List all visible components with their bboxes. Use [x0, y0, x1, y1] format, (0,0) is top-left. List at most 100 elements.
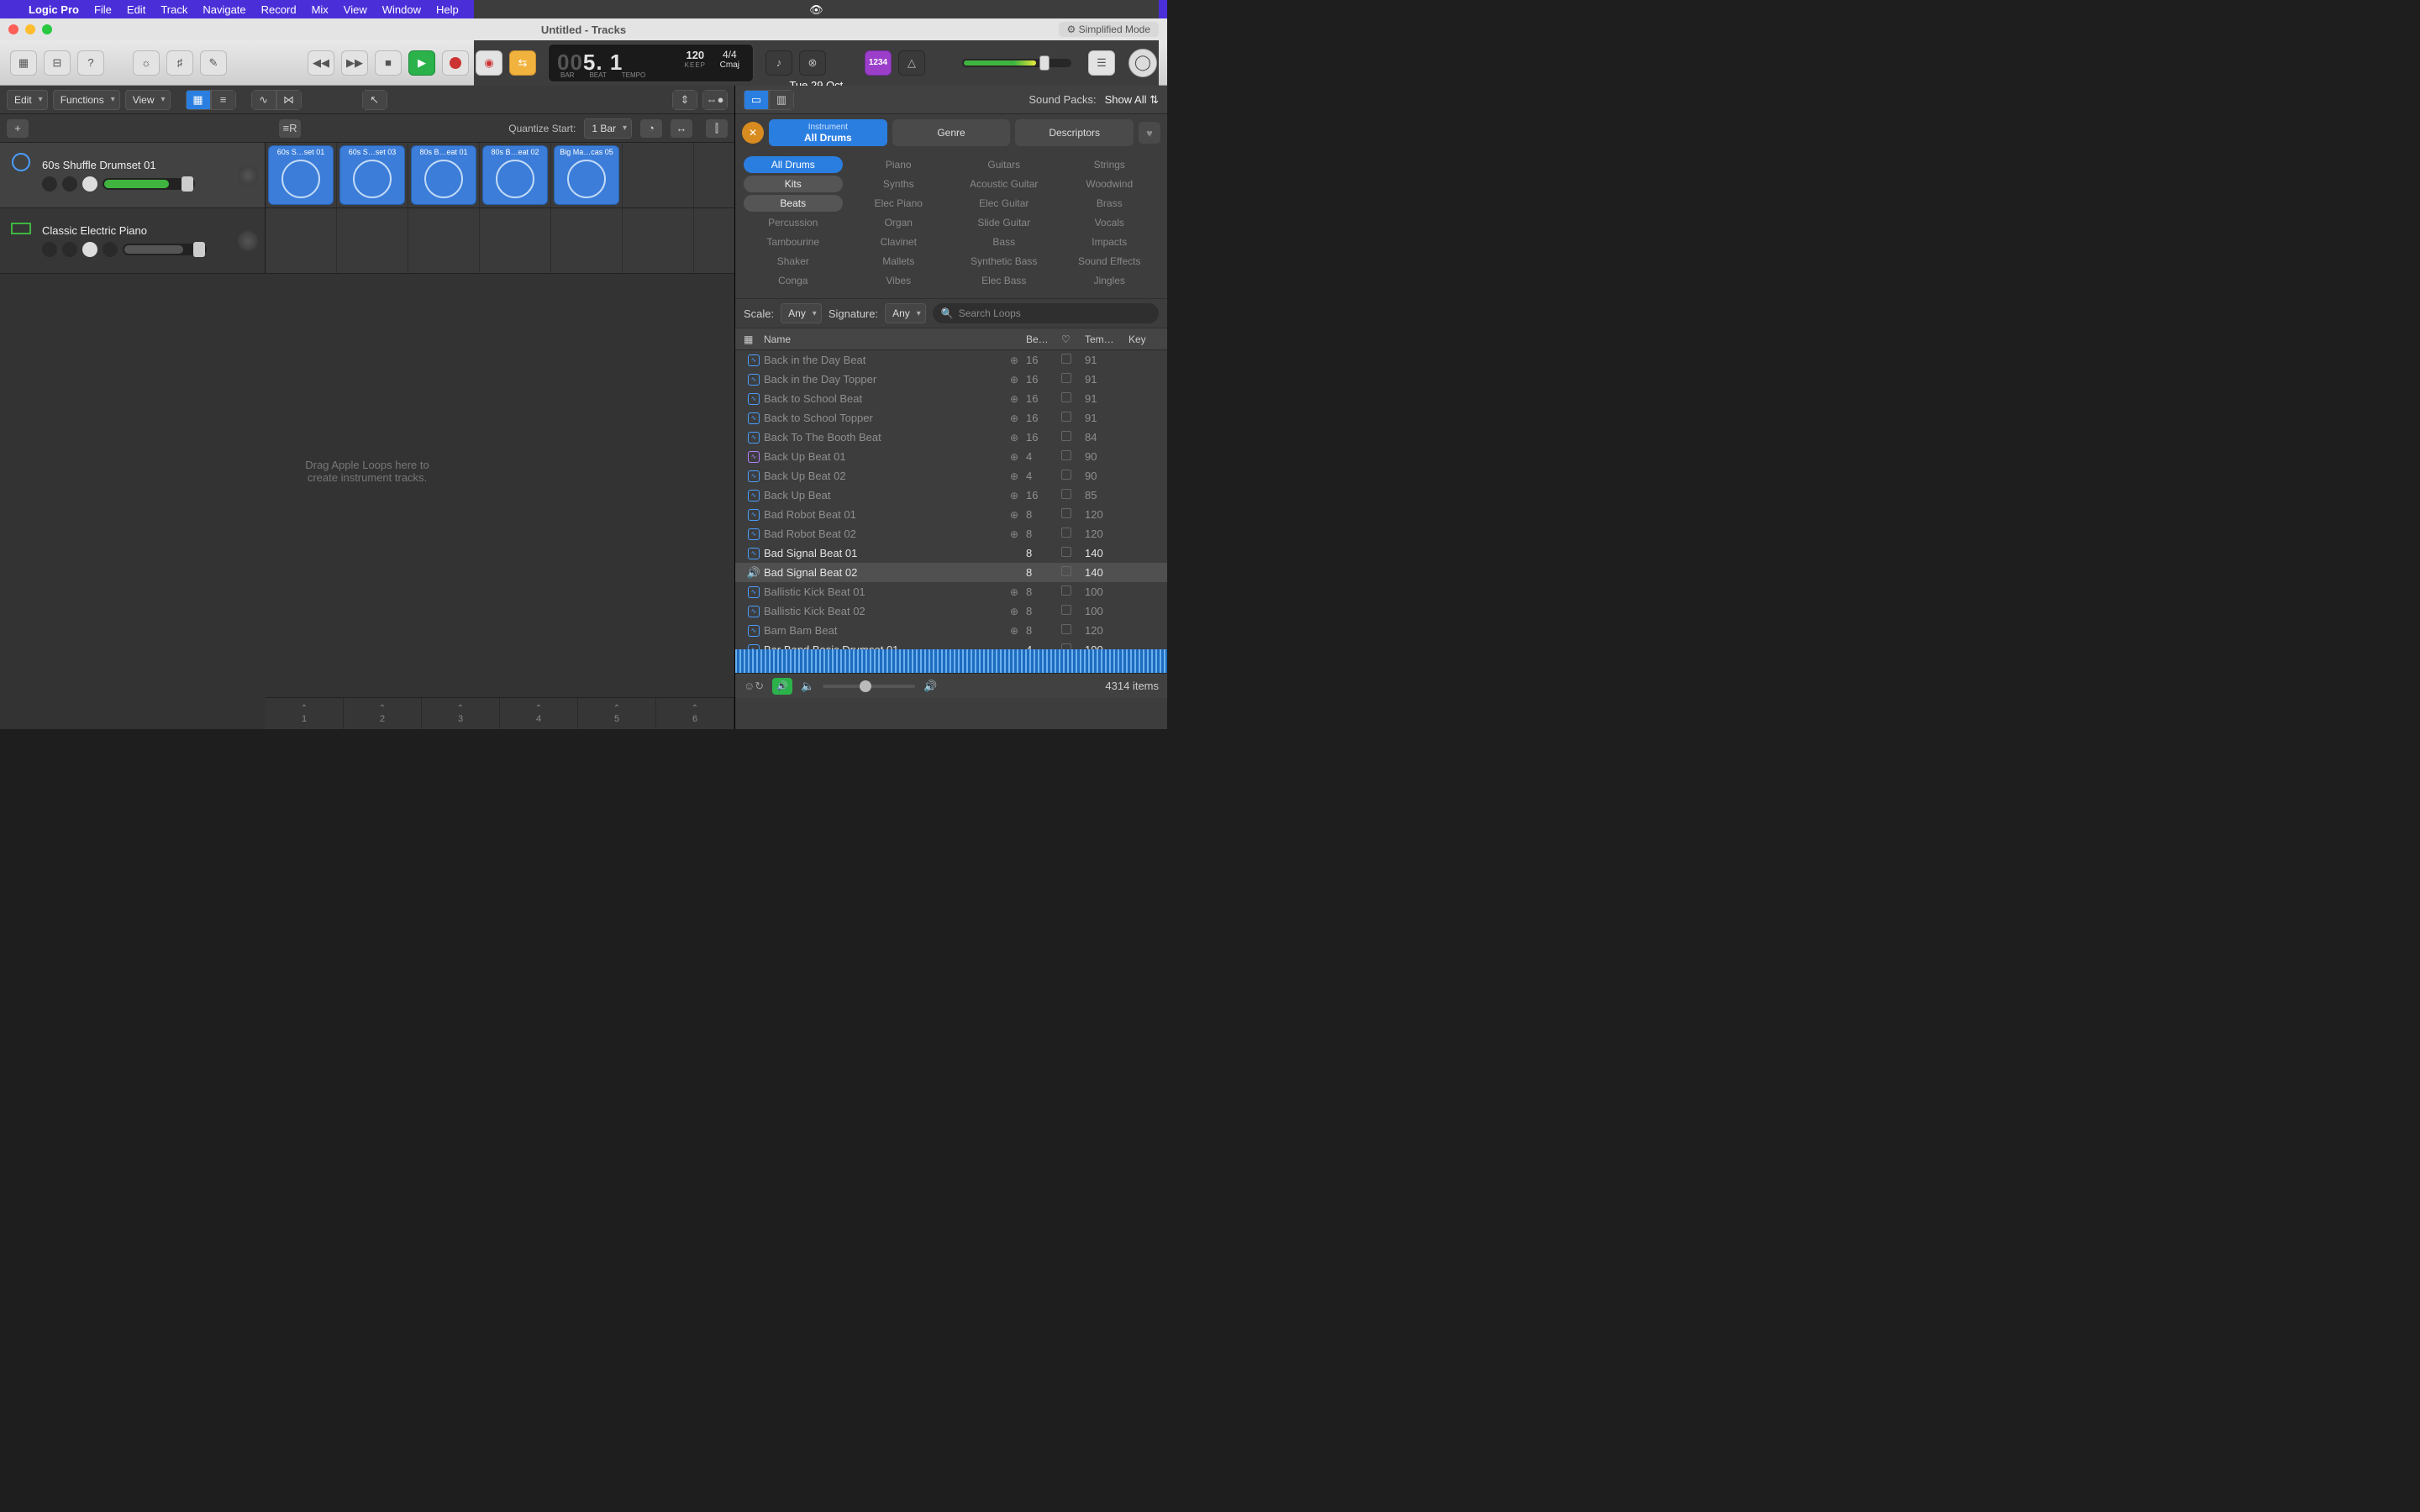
loop-browser-button[interactable]: ◯ [1128, 49, 1157, 77]
grid-icon[interactable]: ▦ [744, 333, 764, 345]
category-vibes[interactable]: Vibes [850, 272, 949, 289]
menu-window[interactable]: Window [382, 3, 421, 16]
loop-row[interactable]: ∿Back Up Beat⊕1685 [735, 486, 1167, 505]
signature-select[interactable]: Any [885, 303, 926, 323]
record-enable-button[interactable] [82, 242, 97, 257]
clip-cell-empty[interactable] [266, 208, 337, 273]
close-button[interactable] [8, 24, 18, 34]
genre-tab[interactable]: Genre [892, 119, 1011, 146]
loop-fav[interactable] [1061, 470, 1085, 482]
category-piano[interactable]: Piano [850, 156, 949, 173]
app-name[interactable]: Logic Pro [29, 3, 79, 16]
preview-volume-slider[interactable] [823, 685, 915, 688]
category-shaker[interactable]: Shaker [744, 253, 843, 270]
col-key[interactable]: Key [1128, 333, 1159, 345]
waveform-preview[interactable] [735, 649, 1167, 673]
download-icon[interactable]: ⊕ [1002, 470, 1026, 482]
mode-1234-button[interactable]: 1234 [865, 50, 892, 76]
help-button[interactable]: ? [77, 50, 104, 76]
zoom-button[interactable] [42, 24, 52, 34]
loop-fav[interactable] [1061, 528, 1085, 540]
region-menu-button[interactable]: ≡R [279, 119, 301, 138]
grid-view-button[interactable]: ▦ [186, 90, 211, 110]
download-icon[interactable]: ⊕ [1002, 509, 1026, 521]
loop-row[interactable]: ∿Back To The Booth Beat⊕1684 [735, 428, 1167, 447]
download-icon[interactable]: ⊕ [1002, 625, 1026, 637]
category-kits[interactable]: Kits [744, 176, 843, 192]
pan-knob[interactable] [238, 231, 258, 251]
category-all-drums[interactable]: All Drums [744, 156, 843, 173]
cycle-button[interactable]: ⇆ [509, 50, 536, 76]
loop-row[interactable]: ∿Back Up Beat 01⊕490 [735, 447, 1167, 466]
metronome-button[interactable]: △ [898, 50, 925, 76]
loop-fav[interactable] [1061, 605, 1085, 617]
loop-fav[interactable] [1061, 508, 1085, 521]
loop-row[interactable]: ∿Back to School Beat⊕1691 [735, 389, 1167, 408]
smart-controls-button[interactable]: ☼ [133, 50, 160, 76]
lcd-display[interactable]: 005. 1 BAR BEAT TEMPO 120KEEP 4/4Cmaj [548, 44, 754, 82]
col-beats[interactable]: Be… [1026, 333, 1061, 345]
pan-knob[interactable] [238, 165, 258, 186]
loop-row[interactable]: ∿Back to School Topper⊕1691 [735, 408, 1167, 428]
clip-cell-empty[interactable] [623, 143, 694, 207]
download-icon[interactable]: ⊕ [1002, 412, 1026, 424]
search-loops-input[interactable]: 🔍 Search Loops [933, 303, 1159, 323]
category-beats[interactable]: Beats [744, 195, 843, 212]
loop-fav[interactable] [1061, 547, 1085, 559]
stop-button[interactable]: ■ [375, 50, 402, 76]
clip-cell-empty[interactable] [551, 208, 623, 273]
loop-view-button-2[interactable]: ▥ [769, 90, 794, 110]
loop-fav[interactable] [1061, 643, 1085, 649]
loop-fav[interactable] [1061, 450, 1085, 463]
category-mallets[interactable]: Mallets [850, 253, 949, 270]
category-conga[interactable]: Conga [744, 272, 843, 289]
category-elec-piano[interactable]: Elec Piano [850, 195, 949, 212]
clip-cell[interactable]: 80s B…eat 02 [480, 143, 551, 207]
clip-cell[interactable]: 60s S…set 03 [337, 143, 408, 207]
clip-cell-empty[interactable] [480, 208, 551, 273]
capture-button[interactable]: ◉ [476, 50, 502, 76]
play-button[interactable]: ▶ [408, 50, 435, 76]
col-name[interactable]: Name [764, 333, 1002, 345]
mute-button[interactable] [42, 242, 57, 257]
automation-button[interactable]: ∿ [251, 90, 276, 110]
download-icon[interactable]: ⊕ [1002, 354, 1026, 366]
clip-cell[interactable]: 80s B…eat 01 [408, 143, 480, 207]
scene-col[interactable]: ⌃5 [578, 698, 656, 729]
loop-row[interactable]: ∿Ballistic Kick Beat 02⊕8100 [735, 601, 1167, 621]
loop-row[interactable]: ∿Bar Band Basic Drumset 014100 [735, 640, 1167, 649]
loop-row[interactable]: ∿Back Up Beat 02⊕490 [735, 466, 1167, 486]
sound-packs-select[interactable]: Show All ⇅ [1105, 93, 1159, 107]
category-organ[interactable]: Organ [850, 214, 949, 231]
loop-row[interactable]: ∿Ballistic Kick Beat 01⊕8100 [735, 582, 1167, 601]
count-in-button[interactable]: ⊗ [799, 50, 826, 76]
clear-filters-button[interactable]: ✕ [742, 122, 764, 144]
edit-menu[interactable]: Edit [7, 90, 48, 110]
pointer-tool[interactable]: ↖ [362, 90, 387, 110]
clip-cell-empty[interactable] [623, 208, 694, 273]
master-volume-slider[interactable] [962, 59, 1071, 67]
loop-row[interactable]: ∿Back in the Day Beat⊕1691 [735, 350, 1167, 370]
record-enable-button[interactable] [82, 176, 97, 192]
loop-row[interactable]: 🔊Bad Signal Beat 028140 [735, 563, 1167, 582]
category-percussion[interactable]: Percussion [744, 214, 843, 231]
horizontal-zoom-button[interactable]: ⇔● [702, 90, 728, 110]
add-track-button[interactable]: + [7, 119, 29, 138]
category-synthetic-bass[interactable]: Synthetic Bass [955, 253, 1054, 270]
menu-edit[interactable]: Edit [127, 3, 145, 16]
record-button[interactable] [442, 50, 469, 76]
forward-button[interactable]: ▶▶ [341, 50, 368, 76]
scene-col[interactable]: ⌃4 [500, 698, 578, 729]
menu-file[interactable]: File [94, 3, 112, 16]
mute-button[interactable] [42, 176, 57, 192]
loop-fav[interactable] [1061, 566, 1085, 579]
mixer-button[interactable]: ♯ [166, 50, 193, 76]
menu-record[interactable]: Record [261, 3, 297, 16]
menu-navigate[interactable]: Navigate [203, 3, 245, 16]
solo-button[interactable] [62, 176, 77, 192]
scale-select[interactable]: Any [781, 303, 822, 323]
minimize-button[interactable] [25, 24, 35, 34]
quantize-timing-button[interactable]: ◔ [640, 119, 662, 138]
menu-track[interactable]: Track [160, 3, 187, 16]
preview-play-button[interactable]: 🔊 [772, 678, 792, 695]
